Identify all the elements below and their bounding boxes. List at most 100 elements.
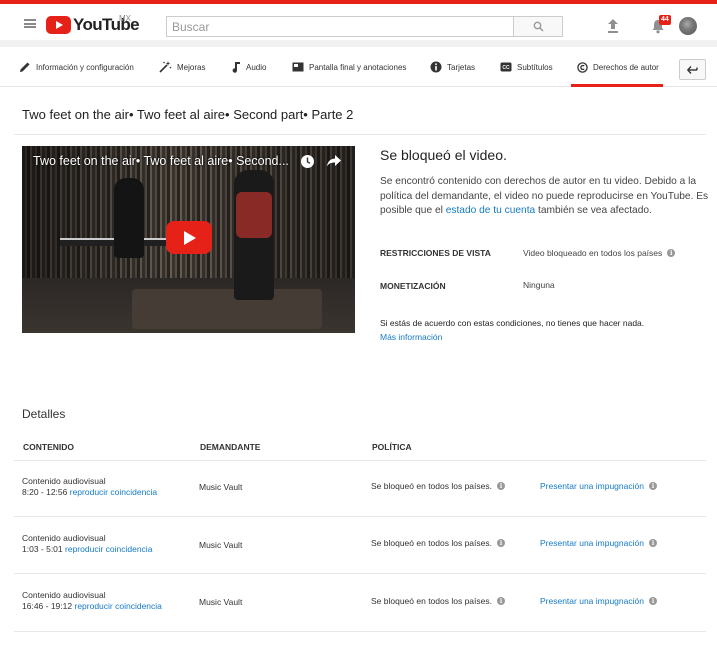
header-separator [0, 40, 717, 47]
player-scene-rug [132, 289, 322, 329]
policy: Se bloqueó en todos los países. i [371, 481, 505, 491]
dispute-link[interactable]: Presentar una impugnación i [540, 596, 657, 606]
tab-info-settings[interactable]: Información y configuración [19, 47, 134, 87]
restrictions-label: RESTRICCIONES DE VISTA [380, 248, 491, 258]
info-icon[interactable]: i [648, 482, 657, 490]
tab-subtitles[interactable]: CC Subtítulos [500, 47, 553, 87]
match-range: 8:20 - 12:56 [22, 487, 68, 497]
row-divider [14, 460, 706, 461]
watch-later-icon[interactable] [300, 154, 315, 169]
more-info-link[interactable]: Más información [380, 332, 442, 342]
divider [14, 134, 706, 135]
player-title[interactable]: Two feet on the air• Two feet al aire• S… [33, 154, 289, 168]
tab-label: Derechos de autor [593, 62, 659, 72]
dispute-link[interactable]: Presentar una impugnación i [540, 538, 657, 548]
youtube-logo[interactable]: YouTube MX [46, 14, 140, 35]
back-button[interactable] [679, 59, 706, 80]
country-code: MX [119, 14, 131, 23]
pencil-icon [20, 62, 30, 72]
policy-text: Se bloqueó en todos los países. [371, 481, 492, 491]
masthead: YouTube MX Buscar 44 [0, 4, 717, 40]
editor-tabs: Información y configuración Mejoras Audi… [0, 47, 717, 87]
search-button[interactable] [513, 16, 563, 37]
svg-text:CC: CC [502, 65, 510, 71]
avatar[interactable] [679, 17, 697, 35]
music-note-icon [232, 62, 240, 73]
tab-label: Subtítulos [517, 62, 553, 72]
video-title: Two feet on the air• Two feet al aire• S… [22, 107, 354, 122]
copyright-icon [577, 61, 588, 73]
tab-label: Mejoras [177, 62, 206, 72]
content-type: Contenido audiovisual [22, 476, 106, 486]
content-type: Contenido audiovisual [22, 533, 106, 543]
search-icon [533, 21, 544, 32]
play-match-link[interactable]: reproducir coincidencia [65, 544, 152, 554]
info-icon[interactable]: i [667, 249, 676, 257]
play-match-link[interactable]: reproducir coincidencia [74, 601, 161, 611]
youtube-play-logo-icon [46, 16, 71, 34]
info-icon[interactable]: i [648, 539, 657, 547]
cc-icon: CC [500, 62, 512, 72]
monetization-value: Ninguna [523, 280, 555, 290]
policy-text: Se bloqueó en todos los países. [371, 538, 492, 548]
claimant: Music Vault [199, 482, 243, 492]
row-divider [14, 516, 706, 517]
tab-audio[interactable]: Audio [231, 47, 266, 87]
column-header-claimant: DEMANDANTE [200, 442, 261, 452]
status-heading: Se bloqueó el video. [380, 147, 507, 163]
dispute-link[interactable]: Presentar una impugnación i [540, 481, 657, 491]
row-divider [14, 573, 706, 574]
dispute-link-text[interactable]: Presentar una impugnación [540, 481, 644, 491]
policy: Se bloqueó en todos los países. i [371, 538, 505, 548]
notification-badge: 44 [659, 15, 671, 25]
match-range: 16:46 - 19:12 [22, 601, 73, 611]
monetization-label: MONETIZACIÓN [380, 281, 446, 291]
end-screen-icon [292, 62, 304, 72]
tab-label: Audio [246, 62, 267, 72]
restrictions-value-text: Video bloqueado en todos los países [523, 248, 663, 258]
menu-icon[interactable] [24, 19, 36, 28]
restrictions-value: Video bloqueado en todos los países i [523, 248, 676, 258]
policy-text: Se bloqueó en todos los países. [371, 596, 492, 606]
claimant: Music Vault [199, 597, 243, 607]
play-match-link[interactable]: reproducir coincidencia [70, 487, 157, 497]
tab-label: Pantalla final y anotaciones [309, 62, 407, 72]
table-row-content: Contenido audiovisual 8:20 - 12:56 repro… [22, 476, 157, 498]
tab-copyright[interactable]: Derechos de autor [571, 47, 663, 87]
info-icon[interactable]: i [496, 539, 505, 547]
info-icon[interactable]: i [496, 597, 505, 605]
play-button-icon[interactable] [166, 221, 212, 254]
match-range: 1:03 - 5:01 [22, 544, 63, 554]
info-icon [430, 61, 442, 73]
tab-label: Información y configuración [36, 62, 134, 72]
tab-enhancements[interactable]: Mejoras [159, 47, 205, 87]
back-arrow-icon [687, 65, 698, 74]
dispute-link-text[interactable]: Presentar una impugnación [540, 538, 644, 548]
share-icon[interactable] [326, 154, 342, 168]
tab-cards[interactable]: Tarjetas [430, 47, 475, 87]
policy: Se bloqueó en todos los países. i [371, 596, 505, 606]
table-row-content: Contenido audiovisual 1:03 - 5:01 reprod… [22, 533, 152, 555]
info-icon[interactable]: i [648, 597, 657, 605]
table-row-content: Contenido audiovisual 16:46 - 19:12 repr… [22, 590, 162, 612]
magic-wand-icon [159, 61, 172, 73]
video-player[interactable]: Two feet on the air• Two feet al aire• S… [22, 146, 355, 333]
row-divider [14, 631, 706, 632]
account-status-link[interactable]: estado de tu cuenta [446, 205, 536, 216]
tab-label: Tarjetas [447, 62, 476, 72]
upload-icon[interactable] [606, 18, 620, 34]
details-heading: Detalles [22, 407, 66, 421]
dispute-link-text[interactable]: Presentar una impugnación [540, 596, 644, 606]
search-input[interactable]: Buscar [166, 16, 514, 37]
claimant: Music Vault [199, 540, 243, 550]
status-desc-text-end: también se vea afectado. [535, 205, 652, 216]
notice-text: Si estás de acuerdo con estas condicione… [380, 318, 645, 328]
player-scene-guitar [236, 192, 272, 238]
player-scene-person [114, 178, 144, 258]
content-type: Contenido audiovisual [22, 590, 106, 600]
info-icon[interactable]: i [496, 482, 505, 490]
column-header-content: CONTENIDO [23, 442, 74, 452]
column-header-policy: POLÍTICA [372, 442, 412, 452]
tab-end-screen[interactable]: Pantalla final y anotaciones [292, 47, 406, 87]
status-description: Se encontró contenido con derechos de au… [380, 175, 710, 219]
